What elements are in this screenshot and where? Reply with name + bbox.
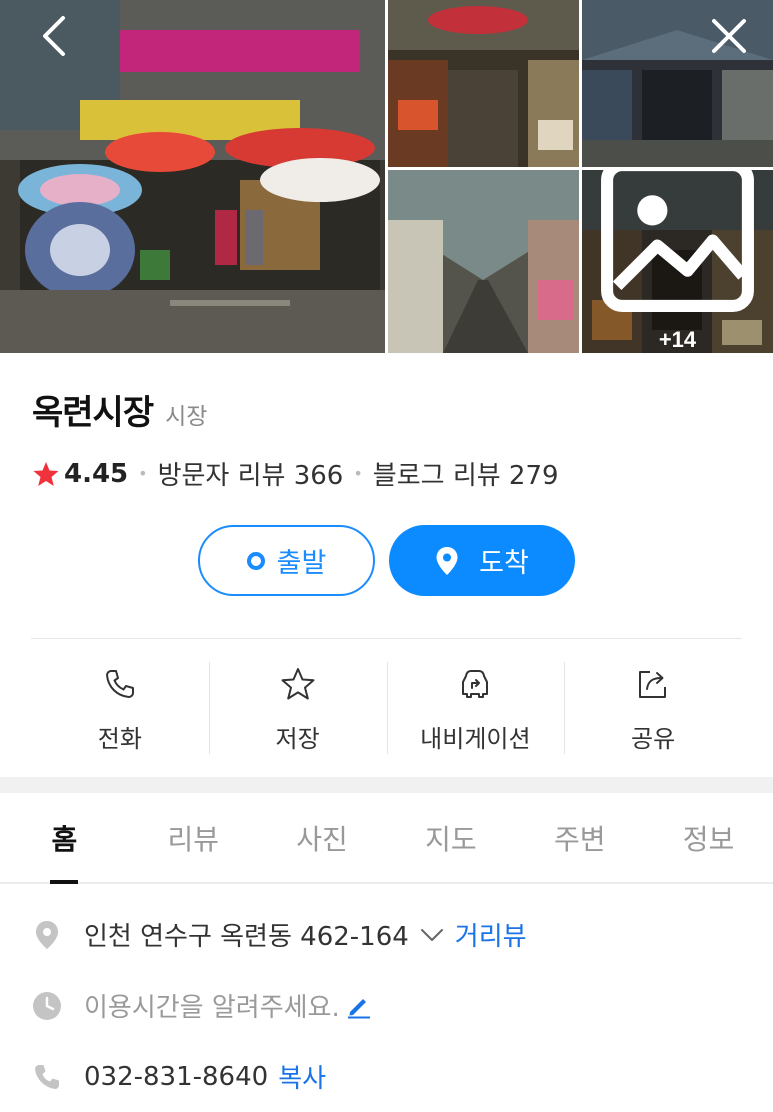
tab-map[interactable]: 지도 [386, 793, 515, 882]
rating-value: 4.45 [64, 458, 129, 489]
tab-info[interactable]: 정보 [644, 793, 773, 882]
share-label: 공유 [631, 725, 676, 753]
phone-icon [105, 670, 134, 698]
action-bar: 전화 저장 내비게이션 공유 [31, 660, 742, 755]
place-name: 옥련시장 [32, 393, 154, 433]
close-icon [712, 19, 746, 53]
street-view-link[interactable]: 거리뷰 [455, 916, 527, 953]
more-photos-overlay[interactable]: +14 [582, 170, 773, 353]
phone-row: 032-831-8640 복사 [32, 1058, 326, 1095]
phone-number[interactable]: 032-831-8640 [84, 1062, 268, 1092]
save-label: 저장 [275, 725, 320, 753]
address-text[interactable]: 인천 연수구 옥련동 462-164 [84, 916, 409, 953]
car-navigation-icon [462, 670, 489, 698]
visitor-reviews-link[interactable]: 방문자 리뷰 366 [158, 455, 344, 492]
place-title-row: 옥련시장 시장 [32, 385, 207, 434]
share-action[interactable]: 공유 [564, 660, 742, 755]
clock-icon [33, 991, 61, 1020]
call-action[interactable]: 전화 [31, 660, 209, 755]
blog-reviews-link[interactable]: 블로그 리뷰 279 [373, 455, 559, 492]
start-route-button[interactable]: 출발 [198, 525, 375, 596]
star-icon [33, 461, 59, 486]
call-label: 전화 [97, 725, 142, 753]
location-pin-icon [436, 546, 458, 575]
phone-icon [35, 1064, 59, 1089]
chevron-down-icon[interactable] [419, 922, 445, 948]
copy-phone-link[interactable]: 복사 [278, 1058, 326, 1095]
place-category: 시장 [165, 404, 208, 430]
arrive-route-button[interactable]: 도착 [389, 525, 575, 596]
start-route-label: 출발 [276, 548, 327, 579]
pencil-icon[interactable] [346, 993, 372, 1019]
tab-photos[interactable]: 사진 [258, 793, 387, 882]
divider [31, 638, 742, 639]
photo-gallery: +14 [0, 0, 773, 353]
share-icon [639, 671, 667, 698]
image-icon [601, 170, 754, 312]
tab-nearby[interactable]: 주변 [515, 793, 644, 882]
tab-reviews[interactable]: 리뷰 [129, 793, 258, 882]
origin-dot-icon [246, 551, 265, 570]
back-button[interactable] [30, 12, 78, 60]
arrive-route-label: 도착 [479, 548, 529, 579]
navigation-label: 내비게이션 [420, 725, 531, 753]
chevron-left-icon [43, 16, 65, 56]
photo-thumbnail[interactable] [388, 0, 579, 167]
separator-dot: • [138, 464, 148, 483]
close-button[interactable] [705, 12, 753, 60]
navigation-action[interactable]: 내비게이션 [386, 660, 565, 755]
hours-row: 이용시간을 알려주세요. [32, 987, 372, 1024]
hours-prompt[interactable]: 이용시간을 알려주세요. [84, 987, 340, 1024]
more-photos-count: +14 [658, 327, 697, 352]
photo-thumbnail-more[interactable]: +14 [582, 170, 773, 353]
save-action[interactable]: 저장 [208, 660, 387, 755]
location-pin-icon [36, 920, 58, 949]
tab-home[interactable]: 홈 [0, 793, 129, 884]
tab-bar: 홈 리뷰 사진 지도 주변 정보 [0, 793, 773, 884]
star-outline-icon [281, 668, 315, 700]
address-row: 인천 연수구 옥련동 462-164 거리뷰 [32, 916, 527, 953]
separator-dot: • [353, 464, 363, 483]
photo-thumbnail[interactable] [388, 170, 579, 353]
section-divider [0, 777, 773, 793]
rating-row: 4.45 • 방문자 리뷰 366 • 블로그 리뷰 279 [32, 455, 559, 492]
